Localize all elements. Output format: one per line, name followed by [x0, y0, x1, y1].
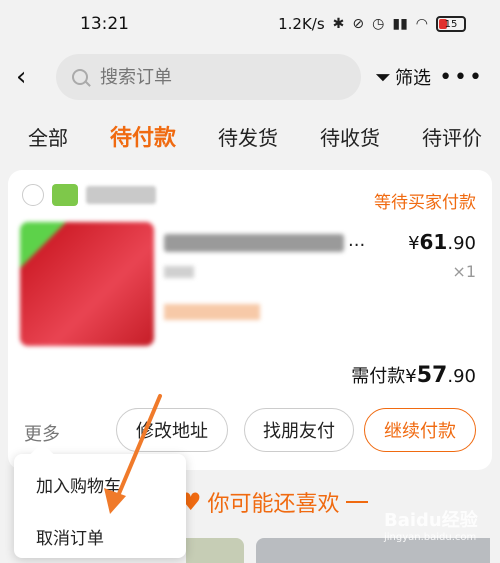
select-checkbox[interactable]: [22, 184, 44, 206]
search-row: ‹ ⏷ 筛选 •••: [0, 52, 500, 102]
filter-label: 筛选: [395, 68, 431, 89]
recommend-divider: [345, 501, 368, 503]
tab-pending-payment[interactable]: 待付款: [110, 120, 176, 152]
total-payment: 需付款¥57.90: [351, 363, 476, 388]
bluetooth-icon: ✱: [332, 16, 345, 32]
alarm-icon: ◷: [372, 16, 385, 32]
product-tag-blurred: [164, 304, 260, 320]
product-quantity: ×1: [452, 262, 476, 281]
search-icon: [72, 69, 88, 85]
baidu-watermark: Baidu经验 jingyan.baidu.com: [384, 510, 478, 543]
modify-address-button[interactable]: 修改地址: [116, 408, 228, 452]
product-title-ellipsis: ...: [348, 230, 366, 251]
filter-button[interactable]: ⏷ 筛选: [375, 64, 431, 90]
shop-header[interactable]: [22, 184, 156, 206]
order-tabs: 全部 待付款 待发货 待收货 待评价: [0, 116, 500, 156]
back-arrow-icon[interactable]: ‹: [16, 64, 44, 90]
network-speed: 1.2K/s: [278, 15, 325, 33]
tab-pending-review[interactable]: 待评价: [422, 122, 482, 151]
search-input[interactable]: [100, 66, 300, 88]
product-thumbnail[interactable]: [20, 222, 154, 346]
recommend-product-image[interactable]: [186, 538, 244, 563]
status-right: 1.2K/s ✱ ⊘ ◷ ▮▮ ◠ 15: [278, 15, 466, 33]
wifi-icon: ◠: [415, 16, 428, 32]
status-bar: 13:21 1.2K/s ✱ ⊘ ◷ ▮▮ ◠ 15: [0, 0, 500, 48]
tab-pending-shipment[interactable]: 待发货: [218, 122, 278, 151]
tab-pending-receipt[interactable]: 待收货: [320, 122, 380, 151]
tab-all[interactable]: 全部: [28, 122, 68, 151]
recommend-header: ♥ 你可能还喜欢: [180, 486, 368, 518]
shop-name-blurred: [86, 186, 156, 204]
menu-item-cancel-order[interactable]: 取消订单: [36, 524, 104, 549]
friend-pay-button[interactable]: 找朋友付: [244, 408, 354, 452]
shop-logo: [52, 184, 78, 206]
mute-icon: ⊘: [352, 16, 365, 32]
funnel-icon: ⏷: [375, 65, 391, 89]
product-sku-blurred: [164, 266, 194, 278]
signal-icon: ▮▮: [392, 16, 408, 32]
more-popup-menu: 加入购物车 取消订单: [14, 454, 186, 558]
continue-pay-button[interactable]: 继续付款: [364, 408, 476, 452]
product-title-blurred[interactable]: [164, 234, 344, 252]
recommend-title: 你可能还喜欢: [207, 492, 340, 517]
battery-icon: 15: [436, 16, 466, 32]
product-price: ¥61.90: [408, 230, 476, 254]
order-status: 等待买家付款: [374, 193, 476, 213]
menu-item-add-cart[interactable]: 加入购物车: [36, 472, 121, 497]
order-card: 等待买家付款 ... ¥61.90 ×1 需付款¥57.90 更多 修改地址 找…: [8, 170, 492, 470]
search-box[interactable]: [56, 54, 361, 100]
status-time: 13:21: [80, 14, 129, 34]
more-options-icon[interactable]: •••: [439, 65, 484, 90]
